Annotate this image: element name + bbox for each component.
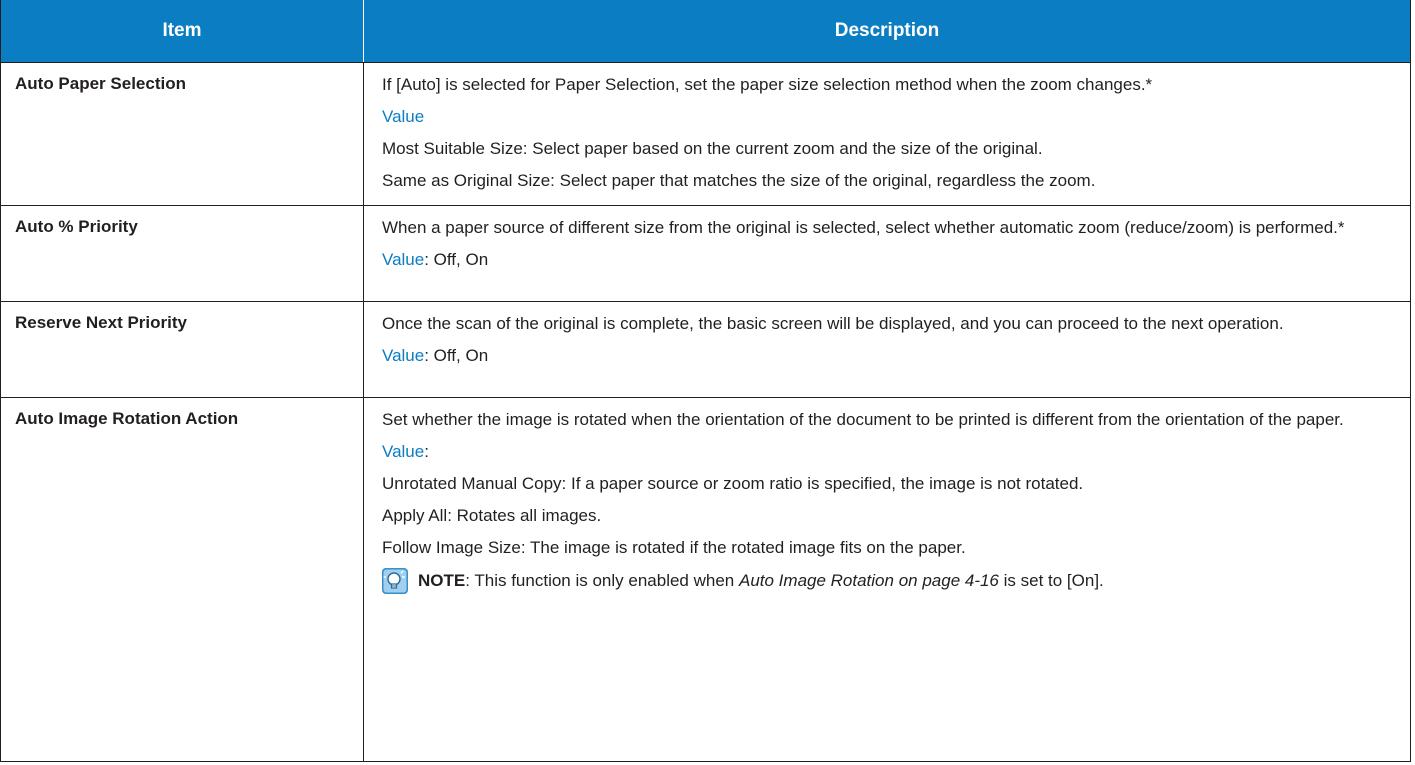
note-text: NOTE: This function is only enabled when… <box>418 569 1104 593</box>
table-row: Auto Image Rotation Action Set whether t… <box>1 397 1410 761</box>
value-label: Value <box>382 107 425 126</box>
table-row: Auto % Priority When a paper source of d… <box>1 205 1410 301</box>
table-row: Auto Paper Selection If [Auto] is select… <box>1 62 1410 205</box>
description-text: Set whether the image is rotated when th… <box>382 410 1344 429</box>
item-auto-percent-priority: Auto % Priority <box>1 206 364 301</box>
settings-table: Item Description Auto Paper Selection If… <box>0 0 1411 762</box>
table-header: Item Description <box>1 0 1410 62</box>
value-line: Value: Off, On <box>382 248 1400 272</box>
description-cell: Once the scan of the original is complet… <box>364 302 1410 397</box>
value-text: : <box>424 442 429 461</box>
option-text: Same as Original Size: Select paper that… <box>382 171 1096 190</box>
header-description: Description <box>834 20 940 41</box>
description-cell: If [Auto] is selected for Paper Selectio… <box>364 63 1410 205</box>
value-label: Value <box>382 346 425 365</box>
description-text: Once the scan of the original is complet… <box>382 314 1284 333</box>
value-line: Value <box>382 105 1400 129</box>
item-reserve-next-priority: Reserve Next Priority <box>1 302 364 397</box>
item-auto-image-rotation-action: Auto Image Rotation Action <box>1 398 364 761</box>
description-text: If [Auto] is selected for Paper Selectio… <box>382 75 1153 94</box>
option-text: Most Suitable Size: Select paper based o… <box>382 139 1043 158</box>
note-text-after: is set to [On]. <box>998 571 1104 590</box>
option-text: Follow Image Size: The image is rotated … <box>382 538 966 557</box>
description-cell: Set whether the image is rotated when th… <box>364 398 1410 761</box>
value-label: Value <box>382 442 425 461</box>
item-auto-paper-selection: Auto Paper Selection <box>1 63 364 205</box>
value-text: : Off, On <box>424 250 489 269</box>
description-cell: When a paper source of different size fr… <box>364 206 1410 301</box>
value-line: Value: Off, On <box>382 344 1400 368</box>
note-text-before: : This function is only enabled when <box>465 571 739 590</box>
description-text: When a paper source of different size fr… <box>382 218 1345 237</box>
value-line: Value: <box>382 440 1400 464</box>
note-label: NOTE <box>418 571 466 590</box>
note-lightbulb-icon <box>382 568 408 594</box>
header-item: Item <box>1 0 364 62</box>
note: NOTE: This function is only enabled when… <box>382 568 1400 594</box>
option-text: Apply All: Rotates all images. <box>382 506 602 525</box>
note-reference: Auto Image Rotation on page 4-16 <box>738 571 999 590</box>
table-row: Reserve Next Priority Once the scan of t… <box>1 301 1410 397</box>
value-text: : Off, On <box>424 346 489 365</box>
option-text: Unrotated Manual Copy: If a paper source… <box>382 474 1084 493</box>
value-label: Value <box>382 250 425 269</box>
